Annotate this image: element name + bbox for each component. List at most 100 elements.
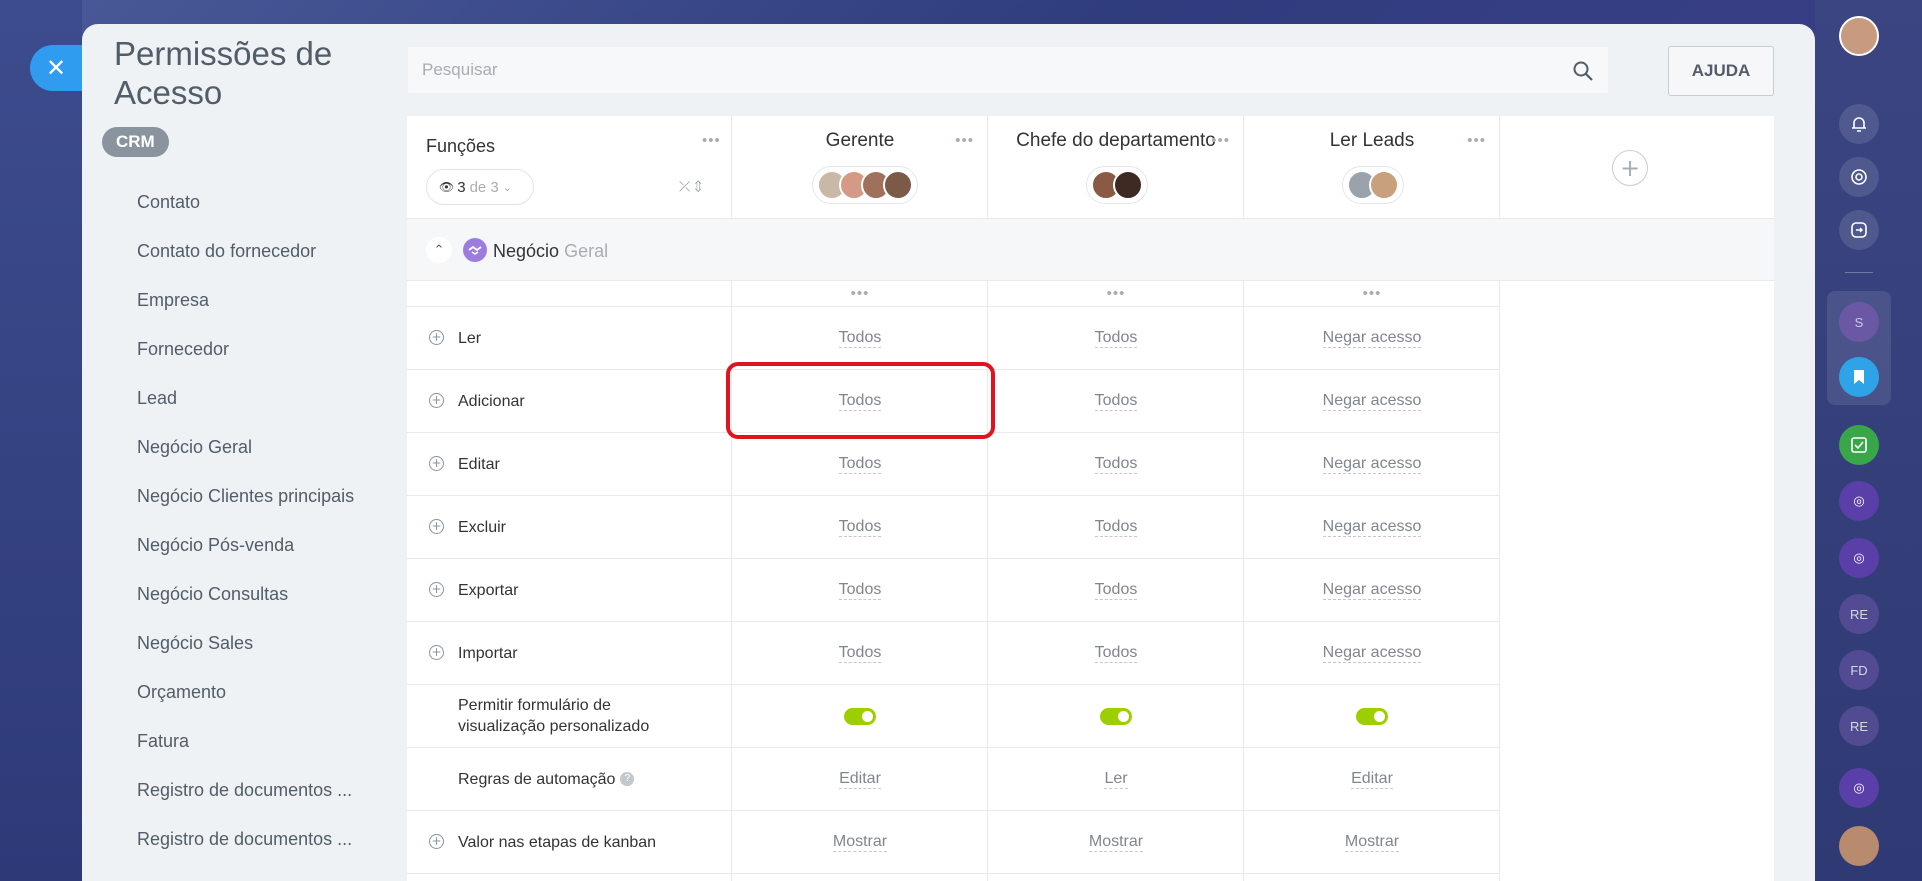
help-button[interactable]: AJUDA [1668,46,1774,96]
more-icon[interactable]: ••• [1363,286,1382,301]
permission-value[interactable]: Todos [1094,517,1138,537]
permission-value[interactable]: Todos [1094,328,1138,348]
tasks-icon[interactable] [1839,425,1879,465]
chat-icon[interactable]: ◎ [1839,768,1879,808]
collapse-expand-icons[interactable]: ⤫ ⇕ [679,178,702,195]
expand-plus-icon[interactable]: + [429,330,444,345]
more-icon[interactable]: ••• [851,286,870,301]
bell-icon[interactable] [1839,104,1879,144]
table-row: ••• ••• ••• [407,281,1500,307]
target-icon[interactable] [1839,157,1879,197]
permission-label: Exportar [458,581,519,599]
permission-value[interactable]: Editar [1351,769,1393,789]
permission-value[interactable]: Mostrar [1344,832,1400,852]
permission-value[interactable]: Todos [838,391,882,411]
menu-item[interactable]: Contato do fornecedor [82,227,402,276]
custom-form-toggle[interactable] [844,707,876,725]
permission-value[interactable]: Negar acesso [1322,643,1422,663]
menu-item[interactable]: Negócio Pós-venda [82,521,402,570]
avatar [883,170,913,200]
chat-icon[interactable]: ◎ [1839,481,1879,521]
chevron-up-icon[interactable]: ⌃ [426,237,452,263]
permission-value[interactable]: Mostrar [1088,832,1144,852]
role-header-chefe[interactable]: Chefe do departamento ••• [988,116,1244,219]
more-icon[interactable]: ••• [702,133,721,148]
more-icon[interactable]: ••• [1107,286,1126,301]
entity-menu: Contato Contato do fornecedor Empresa Fo… [82,178,402,864]
permission-value[interactable]: Todos [1094,391,1138,411]
visible-roles-counter[interactable]: 👁 3 de 3 ⌄ [426,169,534,205]
close-button[interactable]: ✕ [30,45,82,91]
menu-item[interactable]: Negócio Consultas [82,570,402,619]
chat-badge[interactable]: RE [1839,706,1879,746]
chat-badge[interactable]: FD [1839,650,1879,690]
menu-item[interactable]: Orçamento [82,668,402,717]
permissions-table: Funções ••• 👁 3 de 3 ⌄ ⤫ ⇕ Gerente ••• C… [407,116,1774,881]
permission-label: Regras de automação [458,770,616,788]
permission-value[interactable]: Mostrar [832,832,888,852]
menu-item[interactable]: Fatura [82,717,402,766]
counter-total: de 3 [469,178,499,196]
permission-value[interactable]: Negar acesso [1322,328,1422,348]
bookmark-icon[interactable] [1839,357,1879,397]
user-avatar[interactable] [1839,16,1879,56]
expand-plus-icon[interactable]: + [429,582,444,597]
permission-value[interactable]: Negar acesso [1322,391,1422,411]
search-icon[interactable] [1572,60,1594,82]
page-title: Permissões de Acesso [114,35,333,111]
permission-value[interactable]: Todos [838,643,882,663]
expand-plus-icon[interactable]: + [429,393,444,408]
menu-item[interactable]: Registro de documentos ... [82,815,402,864]
permission-value[interactable]: Negar acesso [1322,454,1422,474]
handshake-icon [463,238,487,262]
chat-icon[interactable]: ◎ [1839,538,1879,578]
menu-item[interactable]: Negócio Clientes principais [82,472,402,521]
permission-value[interactable]: Todos [838,517,882,537]
sync-icon[interactable] [1839,210,1879,250]
role-name: Ler Leads [1329,130,1415,151]
permission-value[interactable]: Todos [1094,580,1138,600]
permission-value[interactable]: Todos [838,580,882,600]
expand-plus-icon[interactable]: + [429,645,444,660]
role-header-gerente[interactable]: Gerente ••• [732,116,988,219]
table-row: Regras de automação? Editar Ler Editar [407,748,1500,811]
permission-value[interactable]: Negar acesso [1322,517,1422,537]
custom-form-toggle[interactable] [1100,707,1132,725]
permission-value[interactable]: Todos [838,454,882,474]
permission-value[interactable]: Ler [1104,769,1128,789]
more-icon[interactable]: ••• [1211,133,1230,148]
search-input[interactable] [408,47,1608,93]
crm-badge: CRM [102,127,169,157]
search-box [407,46,1609,94]
expand-plus-icon[interactable]: + [429,519,444,534]
custom-form-toggle[interactable] [1356,707,1388,725]
add-role-button[interactable]: + [1612,150,1648,186]
permission-value[interactable]: Editar [839,769,881,789]
table-row: + Exportar Todos Todos Negar acesso [407,559,1500,622]
chat-badge[interactable]: RE [1839,594,1879,634]
menu-item[interactable]: Negócio Geral [82,423,402,472]
permission-value[interactable]: Todos [1094,454,1138,474]
permission-value[interactable]: Todos [1094,643,1138,663]
menu-item[interactable]: Registro de documentos ... [82,766,402,815]
menu-item[interactable]: Empresa [82,276,402,325]
table-row: + Editar Todos Todos Negar acesso [407,433,1500,496]
avatar-group[interactable] [1086,166,1148,204]
help-icon[interactable]: ? [620,772,635,786]
menu-item[interactable]: Negócio Sales [82,619,402,668]
menu-item[interactable]: Fornecedor [82,325,402,374]
role-header-ler-leads[interactable]: Ler Leads ••• [1244,116,1500,219]
menu-item[interactable]: Lead [82,374,402,423]
expand-plus-icon[interactable]: + [429,834,444,849]
permission-value[interactable]: Negar acesso [1322,580,1422,600]
contact-avatar[interactable] [1839,826,1879,866]
expand-plus-icon[interactable]: + [429,456,444,471]
permission-value[interactable]: Todos [838,328,882,348]
chat-badge[interactable]: S [1839,302,1879,342]
menu-item[interactable]: Contato [82,178,402,227]
avatar-group[interactable] [1342,166,1404,204]
more-icon[interactable]: ••• [955,133,974,148]
avatar-group[interactable] [812,166,918,204]
table-row: + Ler Todos Todos Negar acesso [407,307,1500,370]
more-icon[interactable]: ••• [1467,133,1486,148]
